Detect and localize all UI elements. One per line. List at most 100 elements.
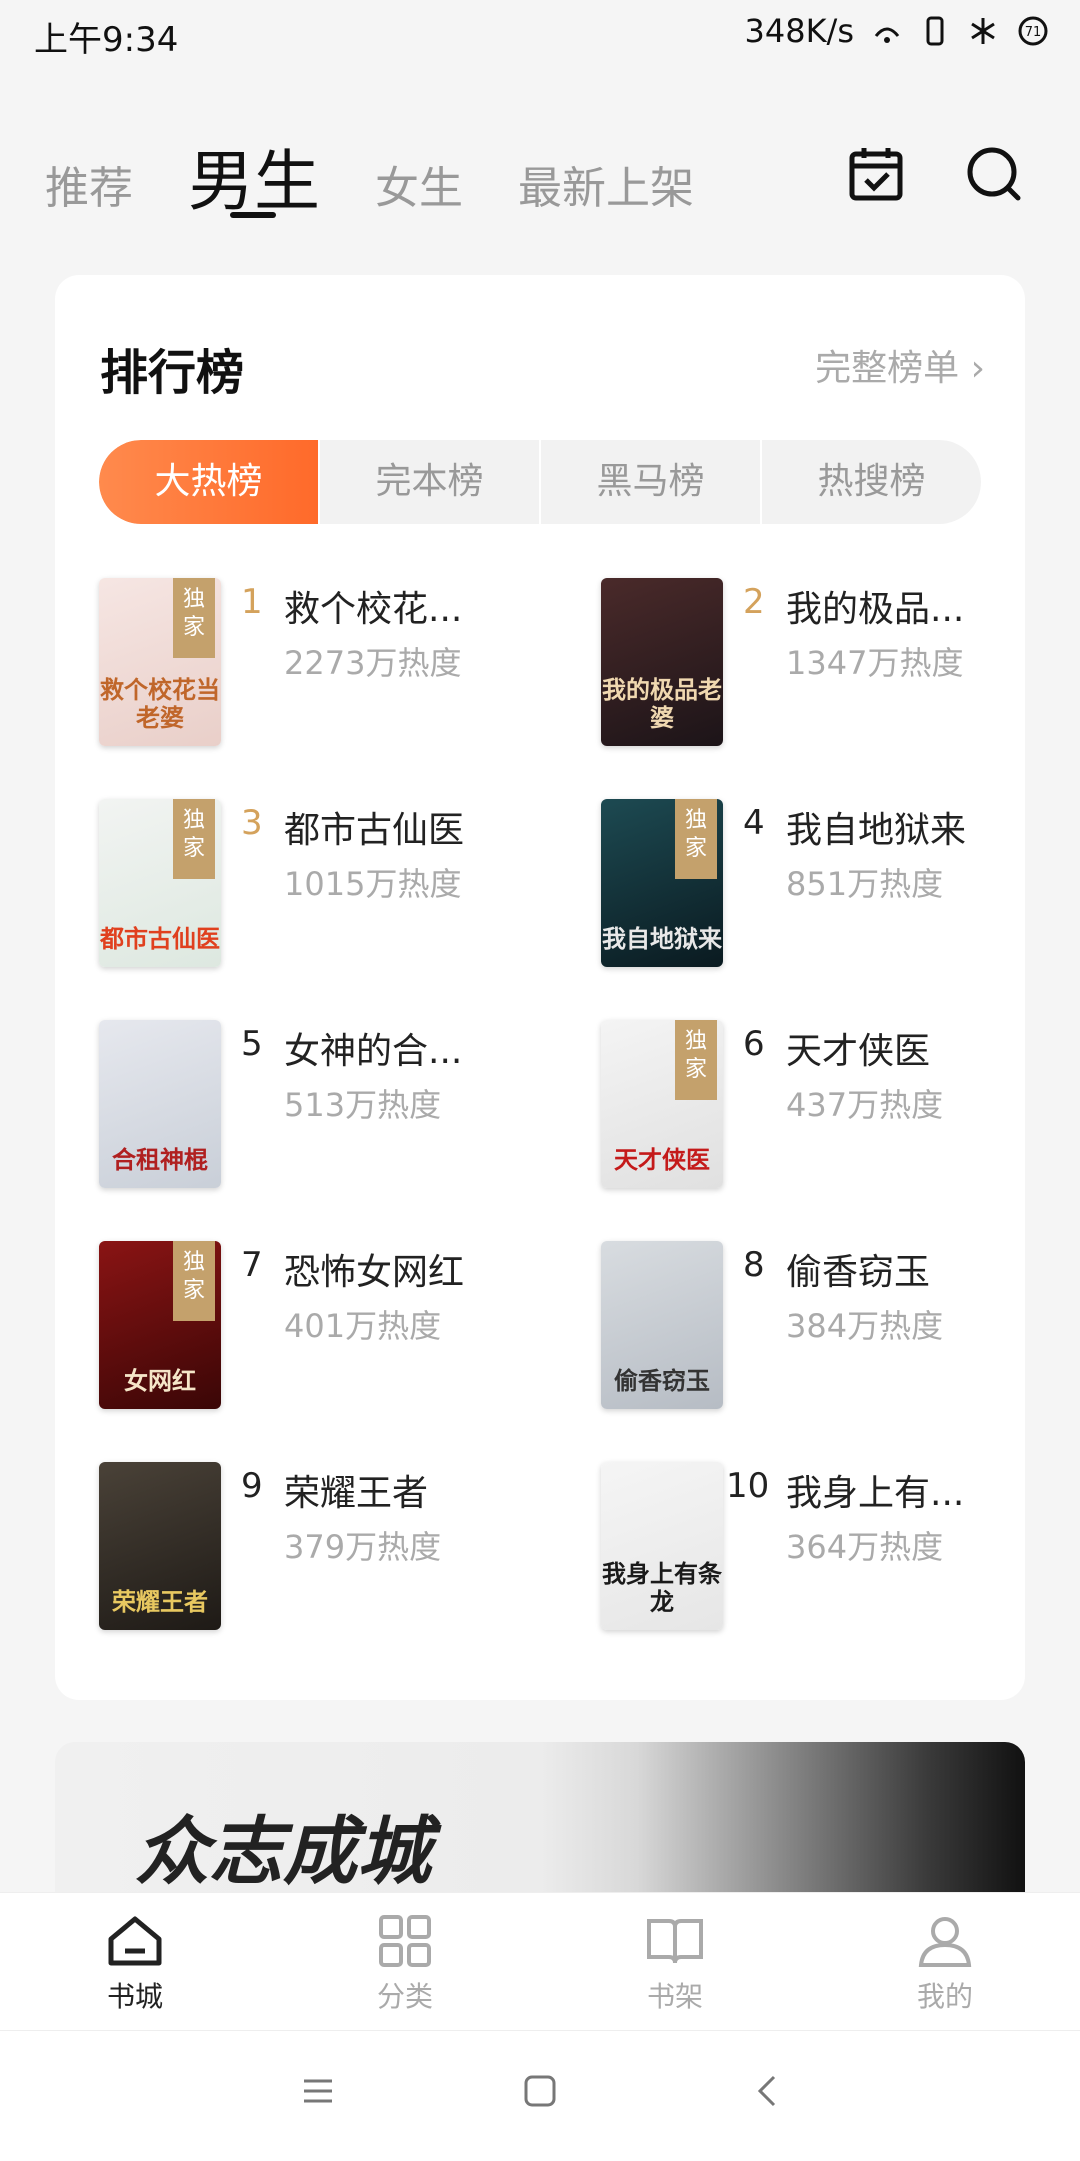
calendar-check-icon[interactable] xyxy=(844,142,908,206)
status-bar: 上午9:34 348K/s 71 xyxy=(0,0,1080,70)
channel-tabs: 推荐 男生 女生 最新上架 xyxy=(0,120,1080,230)
nav-bookstore-label: 书城 xyxy=(106,1980,163,2013)
ranking-book-item[interactable]: 我的极品老婆 2 我的极品... 1347万热度 xyxy=(601,578,1041,748)
ranking-book-item[interactable]: 我自地狱来 独家 4 我自地狱来 851万热度 xyxy=(601,799,1041,969)
ranking-book-item[interactable]: 女网红 独家 7 恐怖女网红 401万热度 xyxy=(99,1241,539,1411)
book-cover-title: 荣耀王者 xyxy=(112,1587,208,1616)
book-title[interactable]: 偷香窃玉 xyxy=(786,1243,930,1295)
book-rank: 8 xyxy=(743,1245,765,1285)
book-cover[interactable]: 偷香窃玉 xyxy=(601,1241,723,1409)
network-speed: 348K/s xyxy=(744,12,854,50)
exclusive-badge: 独家 xyxy=(173,1241,215,1321)
book-heat: 384万热度 xyxy=(786,1307,944,1345)
book-heat: 1347万热度 xyxy=(786,644,964,682)
book-heat: 401万热度 xyxy=(284,1307,442,1345)
bookstore-icon xyxy=(108,1916,162,1966)
book-title[interactable]: 我自地狱来 xyxy=(786,801,966,853)
book-cover[interactable]: 女网红 独家 xyxy=(99,1241,221,1409)
book-cover-title: 我身上有条龙 xyxy=(602,1559,722,1616)
search-icon[interactable] xyxy=(962,142,1026,206)
status-time: 上午9:34 xyxy=(34,20,179,60)
bottom-nav: 书城 分类 书架 我的 xyxy=(0,1892,1080,2031)
book-rank: 2 xyxy=(743,582,765,622)
status-right: 348K/s 71 xyxy=(744,12,1050,50)
active-tab-indicator xyxy=(230,212,276,218)
ranking-book-item[interactable]: 合租神棍 5 女神的合... 513万热度 xyxy=(99,1020,539,1190)
snowflake-icon xyxy=(971,18,995,44)
vibrate-icon xyxy=(926,16,944,46)
book-title[interactable]: 我的极品... xyxy=(786,580,964,632)
tab-female[interactable]: 女生 xyxy=(375,152,463,216)
book-title[interactable]: 荣耀王者 xyxy=(284,1464,428,1516)
ranking-book-item[interactable]: 偷香窃玉 8 偷香窃玉 384万热度 xyxy=(601,1241,1041,1411)
exclusive-badge: 独家 xyxy=(675,799,717,879)
segment-hot[interactable]: 大热榜 xyxy=(99,440,320,524)
nav-category-label: 分类 xyxy=(376,1980,433,2013)
tab-male[interactable]: 男生 xyxy=(188,128,320,224)
book-heat: 379万热度 xyxy=(284,1528,442,1566)
book-cover[interactable]: 我身上有条龙 xyxy=(601,1462,723,1630)
book-title[interactable]: 女神的合... xyxy=(284,1022,462,1074)
banner-text: 众志成城 xyxy=(135,1809,431,1892)
book-heat: 364万热度 xyxy=(786,1528,944,1566)
book-title[interactable]: 恐怖女网红 xyxy=(284,1243,464,1295)
book-heat: 513万热度 xyxy=(284,1086,442,1124)
nav-bookshelf[interactable]: 书架 xyxy=(600,1911,750,2015)
book-cover[interactable]: 都市古仙医 独家 xyxy=(99,799,221,967)
promo-banner[interactable]: 众志成城 xyxy=(55,1742,1025,1892)
book-cover[interactable]: 合租神棍 xyxy=(99,1020,221,1188)
bookshelf-icon xyxy=(647,1919,703,1964)
book-rank: 3 xyxy=(241,803,263,843)
book-cover[interactable]: 天才侠医 独家 xyxy=(601,1020,723,1188)
segment-hot-search[interactable]: 热搜榜 xyxy=(762,440,981,524)
book-cover-title: 我的极品老婆 xyxy=(602,675,722,732)
segment-dark-horse[interactable]: 黑马榜 xyxy=(541,440,762,524)
menu-icon[interactable] xyxy=(298,2071,338,2111)
book-rank: 9 xyxy=(241,1466,263,1506)
book-rank: 10 xyxy=(726,1466,770,1506)
exclusive-badge: 独家 xyxy=(675,1020,717,1100)
ranking-title: 排行榜 xyxy=(100,345,245,401)
book-rank: 1 xyxy=(241,582,263,622)
book-title[interactable]: 我身上有... xyxy=(786,1464,964,1516)
book-cover[interactable]: 救个校花当老婆 独家 xyxy=(99,578,221,746)
book-heat: 851万热度 xyxy=(786,865,944,903)
home-icon[interactable] xyxy=(520,2071,560,2111)
nav-bookstore[interactable]: 书城 xyxy=(60,1911,210,2015)
system-nav-bar xyxy=(0,2030,1080,2161)
segment-completed[interactable]: 完本榜 xyxy=(320,440,541,524)
book-heat: 2273万热度 xyxy=(284,644,462,682)
book-cover-title: 都市古仙医 xyxy=(100,924,220,953)
book-title[interactable]: 天才侠医 xyxy=(786,1022,930,1074)
profile-icon xyxy=(918,1917,972,1967)
tab-recommend[interactable]: 推荐 xyxy=(45,152,133,216)
book-cover-title: 女网红 xyxy=(124,1366,196,1395)
ranking-book-item[interactable]: 都市古仙医 独家 3 都市古仙医 1015万热度 xyxy=(99,799,539,969)
category-grid-icon xyxy=(379,1915,431,1967)
book-rank: 4 xyxy=(743,803,765,843)
book-cover-title: 天才侠医 xyxy=(614,1145,710,1174)
book-title[interactable]: 救个校花... xyxy=(284,580,462,632)
signal-icon xyxy=(874,27,900,43)
ranking-book-item[interactable]: 救个校花当老婆 独家 1 救个校花... 2273万热度 xyxy=(99,578,539,748)
book-heat: 1015万热度 xyxy=(284,865,462,903)
exclusive-badge: 独家 xyxy=(173,799,215,879)
svg-text:71: 71 xyxy=(1025,25,1042,40)
book-cover[interactable]: 我的极品老婆 xyxy=(601,578,723,746)
back-icon[interactable] xyxy=(748,2071,788,2111)
nav-category[interactable]: 分类 xyxy=(330,1911,480,2015)
full-ranking-link[interactable]: 完整榜单 › xyxy=(815,339,985,391)
book-rank: 5 xyxy=(241,1024,263,1064)
book-rank: 6 xyxy=(743,1024,765,1064)
book-cover[interactable]: 我自地狱来 独家 xyxy=(601,799,723,967)
ranking-book-item[interactable]: 荣耀王者 9 荣耀王者 379万热度 xyxy=(99,1462,539,1632)
book-rank: 7 xyxy=(241,1245,263,1285)
tab-new-arrivals[interactable]: 最新上架 xyxy=(518,152,694,216)
nav-profile[interactable]: 我的 xyxy=(870,1911,1020,2015)
ranking-book-item[interactable]: 我身上有条龙 10 我身上有... 364万热度 xyxy=(601,1462,1041,1632)
ranking-book-item[interactable]: 天才侠医 独家 6 天才侠医 437万热度 xyxy=(601,1020,1041,1190)
book-title[interactable]: 都市古仙医 xyxy=(284,801,464,853)
book-cover[interactable]: 荣耀王者 xyxy=(99,1462,221,1630)
book-cover-title: 我自地狱来 xyxy=(602,924,722,953)
battery-icon: 71 xyxy=(1018,16,1048,46)
